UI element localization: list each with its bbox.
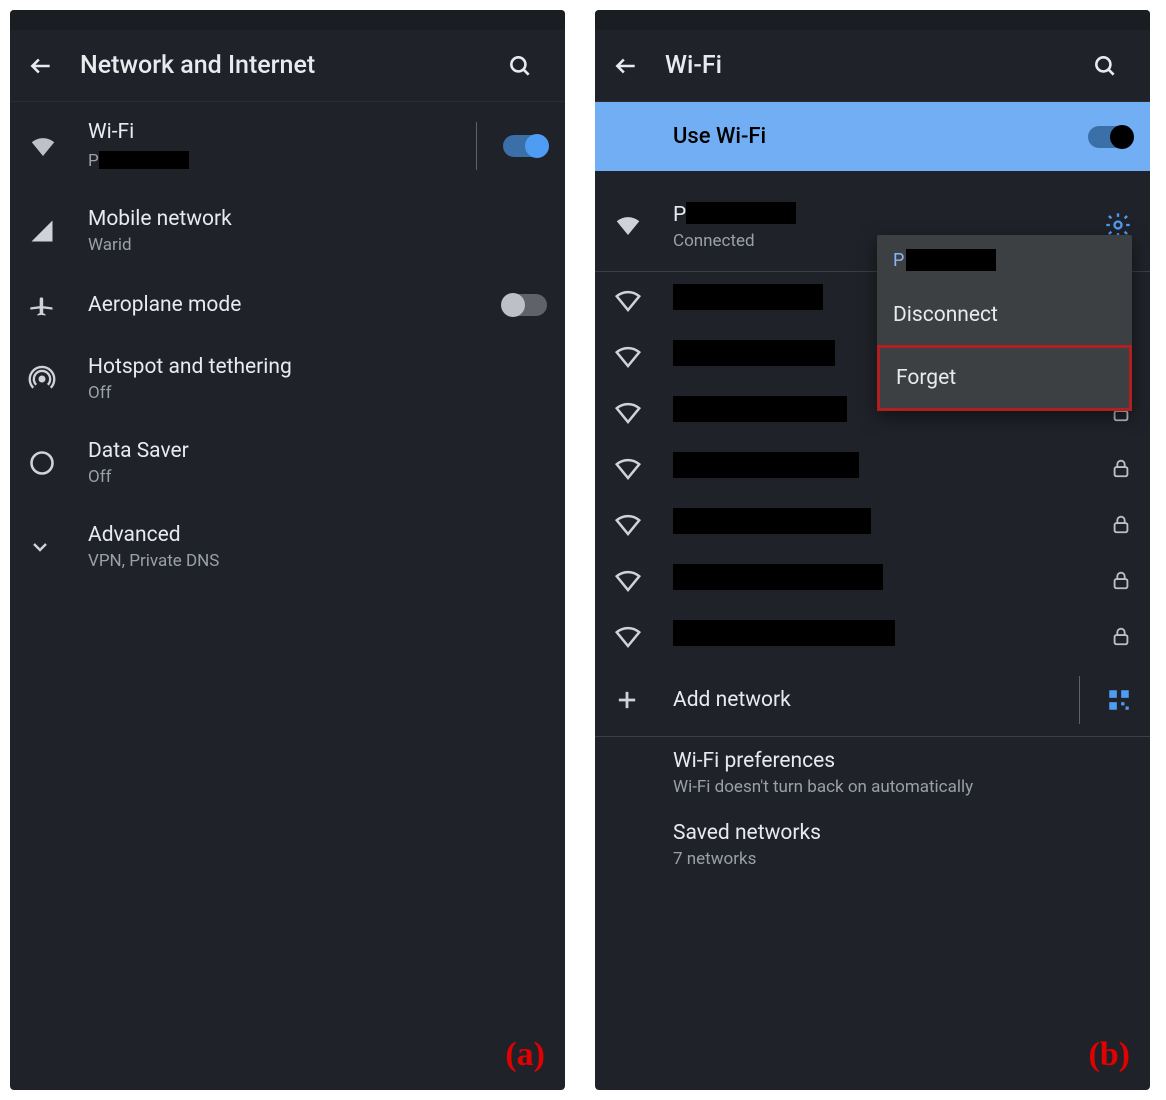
wifi-outline-icon bbox=[613, 397, 673, 427]
network-context-popup: P Disconnect Forget bbox=[877, 235, 1132, 411]
mobile-network-row[interactable]: Mobile network Warid bbox=[10, 189, 565, 273]
popup-title: P bbox=[877, 235, 1132, 285]
advanced-row[interactable]: Advanced VPN, Private DNS bbox=[10, 505, 565, 589]
signal-icon bbox=[28, 217, 88, 245]
wifi-outline-icon bbox=[613, 565, 673, 595]
saved-networks-row[interactable]: Saved networks 7 networks bbox=[595, 809, 1150, 881]
plus-icon bbox=[613, 686, 673, 714]
use-wifi-label: Use Wi‑Fi bbox=[673, 124, 1088, 149]
mobile-network-title: Mobile network bbox=[88, 207, 547, 231]
network-ssid bbox=[673, 508, 1110, 540]
chevron-down-icon bbox=[28, 535, 88, 559]
wifi-outline-icon bbox=[613, 341, 673, 371]
header-left: Network and Internet bbox=[10, 30, 565, 102]
page-title: Wi‑Fi bbox=[665, 51, 1092, 80]
hotspot-row[interactable]: Hotspot and tethering Off bbox=[10, 337, 565, 421]
network-row[interactable] bbox=[595, 496, 1150, 552]
network-row[interactable] bbox=[595, 552, 1150, 608]
hotspot-icon bbox=[28, 365, 88, 393]
use-wifi-toggle[interactable] bbox=[1088, 126, 1132, 148]
network-ssid bbox=[673, 452, 1110, 484]
wifi-outline-icon bbox=[613, 285, 673, 315]
lock-icon bbox=[1110, 513, 1132, 535]
airplane-icon bbox=[28, 291, 88, 319]
advanced-subtitle: VPN, Private DNS bbox=[88, 551, 547, 571]
wifi-toggle[interactable] bbox=[503, 135, 547, 157]
lock-icon bbox=[1110, 457, 1132, 479]
datasaver-row[interactable]: Data Saver Off bbox=[10, 421, 565, 505]
back-button[interactable] bbox=[28, 53, 68, 79]
airplane-row[interactable]: Aeroplane mode bbox=[10, 273, 565, 337]
wifi-preferences-row[interactable]: Wi‑Fi preferences Wi‑Fi doesn't turn bac… bbox=[595, 737, 1150, 809]
qr-icon[interactable] bbox=[1106, 687, 1132, 713]
hotspot-subtitle: Off bbox=[88, 383, 547, 403]
network-row[interactable] bbox=[595, 440, 1150, 496]
network-row[interactable] bbox=[595, 608, 1150, 664]
airplane-title: Aeroplane mode bbox=[88, 293, 503, 317]
wifi-icon bbox=[28, 131, 88, 161]
hotspot-title: Hotspot and tethering bbox=[88, 355, 547, 379]
datasaver-title: Data Saver bbox=[88, 439, 547, 463]
mobile-network-subtitle: Warid bbox=[88, 235, 547, 255]
add-network-divider bbox=[1079, 676, 1080, 724]
popup-forget[interactable]: Forget bbox=[877, 345, 1132, 411]
wifi-full-icon bbox=[613, 210, 673, 240]
annotation-b: (b) bbox=[1088, 1036, 1130, 1074]
wifi-preferences-subtitle: Wi‑Fi doesn't turn back on automatically bbox=[673, 777, 1132, 797]
wifi-outline-icon bbox=[613, 621, 673, 651]
header-right: Wi‑Fi bbox=[595, 30, 1150, 102]
connected-ssid: P bbox=[673, 199, 1104, 227]
status-bar bbox=[10, 10, 565, 30]
datasaver-icon bbox=[28, 449, 88, 477]
saved-networks-subtitle: 7 networks bbox=[673, 849, 1132, 869]
wifi-subtitle: P bbox=[88, 148, 476, 171]
back-button[interactable] bbox=[613, 53, 653, 79]
lock-icon bbox=[1110, 625, 1132, 647]
airplane-toggle[interactable] bbox=[503, 294, 547, 316]
page-title: Network and Internet bbox=[80, 51, 507, 80]
wifi-title: Wi‑Fi bbox=[88, 120, 476, 144]
phone-right: Wi‑Fi Use Wi‑Fi P Connected bbox=[595, 10, 1150, 1090]
add-network-label: Add network bbox=[673, 688, 1079, 712]
network-ssid bbox=[673, 564, 1110, 596]
wifi-preferences-title: Wi‑Fi preferences bbox=[673, 749, 1132, 773]
lock-icon bbox=[1110, 569, 1132, 591]
wifi-outline-icon bbox=[613, 509, 673, 539]
wifi-divider bbox=[476, 122, 477, 170]
datasaver-subtitle: Off bbox=[88, 467, 547, 487]
saved-networks-title: Saved networks bbox=[673, 821, 1132, 845]
popup-disconnect[interactable]: Disconnect bbox=[877, 285, 1132, 345]
status-bar bbox=[595, 10, 1150, 30]
use-wifi-banner[interactable]: Use Wi‑Fi bbox=[595, 102, 1150, 171]
annotation-a: (a) bbox=[505, 1036, 545, 1074]
wifi-outline-icon bbox=[613, 453, 673, 483]
wifi-row[interactable]: Wi‑Fi P bbox=[10, 102, 565, 189]
search-button[interactable] bbox=[507, 53, 547, 79]
network-ssid bbox=[673, 620, 1110, 652]
advanced-title: Advanced bbox=[88, 523, 547, 547]
search-button[interactable] bbox=[1092, 53, 1132, 79]
phone-left: Network and Internet Wi‑Fi P Mobile netw… bbox=[10, 10, 565, 1090]
add-network-row[interactable]: Add network bbox=[595, 664, 1150, 736]
